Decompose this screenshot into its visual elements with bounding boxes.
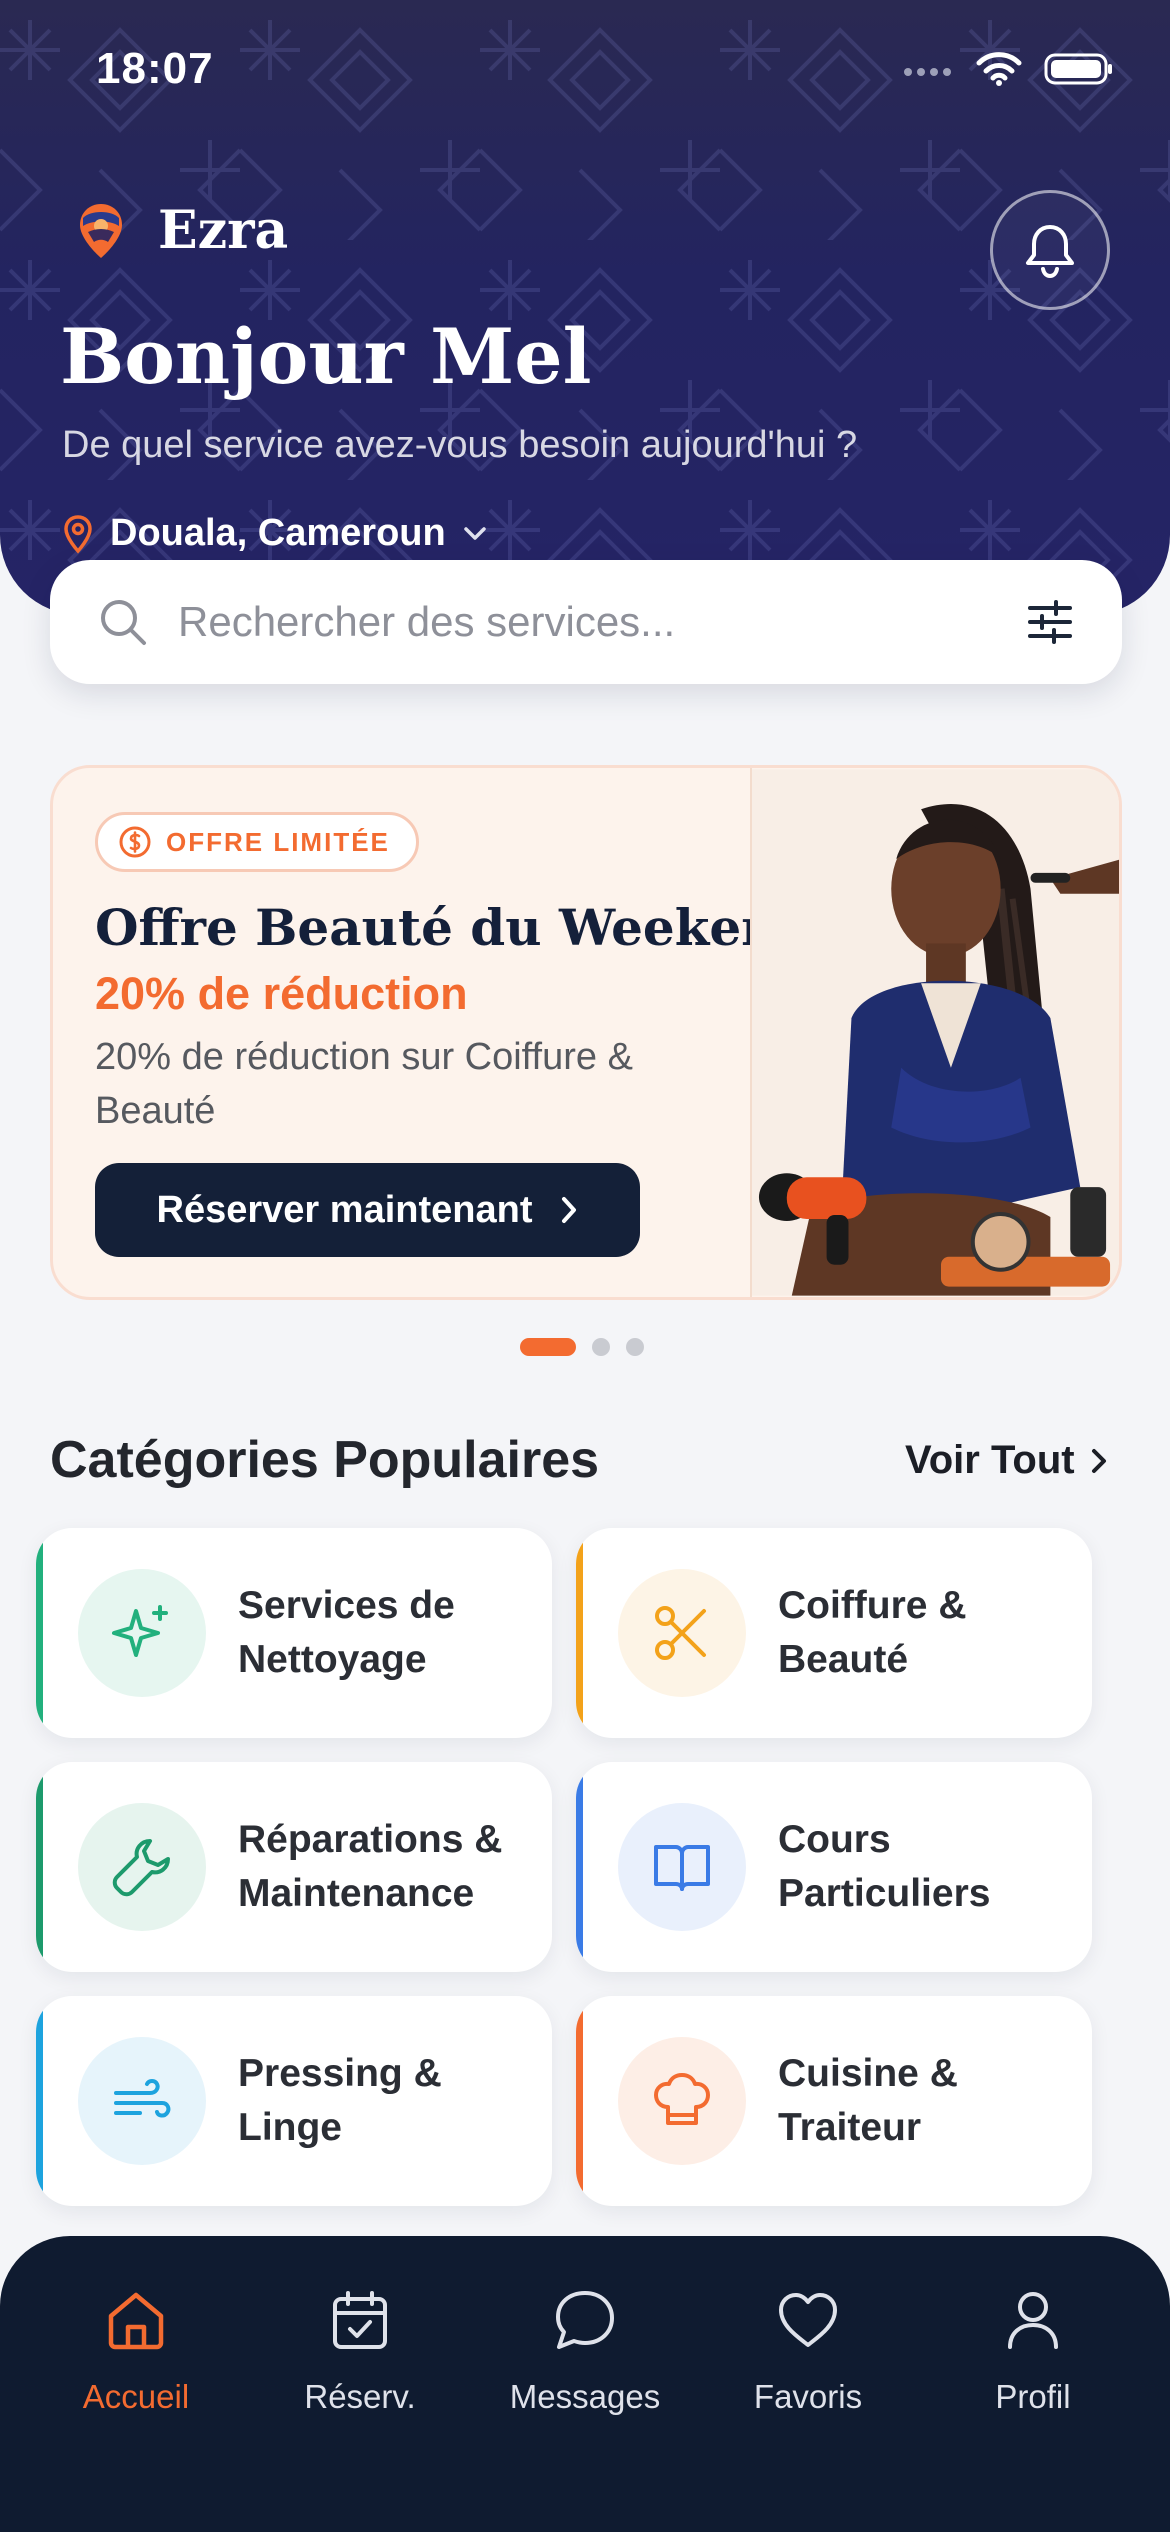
category-label: Réparations & Maintenance	[238, 1818, 503, 1915]
category-card-hair-beauty[interactable]: Coiffure & Beauté	[576, 1528, 1092, 1738]
location-label: Douala, Cameroun	[110, 512, 446, 554]
nav-label: Messages	[509, 2378, 661, 2415]
nav-home[interactable]: Accueil	[24, 2284, 248, 2416]
nav-bookings[interactable]: Réserv.	[248, 2284, 472, 2416]
sparkle-icon	[112, 1605, 168, 1657]
subtitle: De quel service avez-vous besoin aujourd…	[62, 424, 858, 466]
nav-label: Réserv.	[304, 2378, 416, 2415]
promo-title: Offre Beauté du Weekend	[95, 898, 813, 957]
category-label: Pressing & Linge	[238, 2052, 442, 2149]
nav-icon	[1005, 2284, 1061, 2356]
battery-icon	[1044, 53, 1112, 85]
heart-icon	[779, 2293, 837, 2347]
pager-dot[interactable]	[592, 1338, 610, 1356]
category-label: Coiffure & Beauté	[778, 1584, 967, 1681]
category-icon-circle	[78, 1803, 206, 1931]
category-label: Services de Nettoyage	[238, 1584, 455, 1681]
search-bar[interactable]: Rechercher des services...	[50, 560, 1122, 684]
chat-icon	[556, 2291, 614, 2349]
category-label: Cuisine & Traiteur	[778, 2052, 958, 2149]
chef-hat-icon	[654, 2073, 710, 2125]
promo-discount: 20% de réduction	[95, 968, 468, 1019]
nav-icon	[330, 2284, 390, 2356]
search-icon	[101, 600, 146, 645]
location-selector[interactable]: Douala, Cameroun	[62, 512, 488, 555]
notifications-button[interactable]	[990, 190, 1110, 310]
nav-messages[interactable]: Messages	[473, 2284, 697, 2416]
category-icon-circle	[618, 1569, 746, 1697]
nav-profile[interactable]: Profil	[921, 2284, 1145, 2416]
promo-badge: OFFRE LIMITÉE	[95, 812, 419, 872]
scissors-icon	[655, 1606, 706, 1660]
book-icon	[654, 1845, 710, 1891]
chevron-down-icon	[463, 526, 486, 540]
category-icon-circle	[78, 1569, 206, 1697]
category-card-cleaning[interactable]: Services de Nettoyage	[36, 1528, 552, 1738]
dollar-icon	[119, 826, 151, 858]
nav-icon	[776, 2284, 840, 2356]
nav-icon	[553, 2284, 617, 2356]
bell-icon	[1026, 225, 1074, 279]
category-card-catering[interactable]: Cuisine & Traiteur	[576, 1996, 1092, 2206]
filter-icon[interactable]	[1026, 600, 1074, 644]
greeting: Bonjour Mel	[60, 312, 592, 401]
search-input[interactable]: Rechercher des services...	[178, 598, 1026, 646]
category-label: Cours Particuliers	[778, 1818, 991, 1915]
category-card-repairs[interactable]: Réparations & Maintenance	[36, 1762, 552, 1972]
book-now-label: Réserver maintenant	[156, 1188, 533, 1231]
wind-icon	[114, 2079, 171, 2118]
nav-label: Accueil	[82, 2378, 190, 2415]
category-card-tutoring[interactable]: Cours Particuliers	[576, 1762, 1092, 1972]
pager-dot[interactable]	[520, 1338, 576, 1356]
header: 18:07 Ezra Bonjour Mel De quel service a…	[0, 0, 1170, 615]
user-icon	[1008, 2292, 1058, 2349]
wrench-icon	[112, 1839, 170, 1897]
status-bar: 18:07	[0, 0, 1170, 140]
see-all-label: Voir Tout	[905, 1438, 1075, 1482]
home-screen: 18:07 Ezra Bonjour Mel De quel service a…	[0, 0, 1170, 2532]
calendar-icon	[333, 2291, 387, 2349]
see-all-link[interactable]: Voir Tout	[905, 1438, 1107, 1483]
promo-pager[interactable]	[520, 1338, 644, 1356]
nav-label: Favoris	[753, 2378, 863, 2415]
status-time: 18:07	[96, 44, 214, 93]
brand: Ezra	[78, 200, 288, 261]
logo-icon	[80, 203, 122, 258]
home-icon	[108, 2292, 164, 2350]
pager-dot[interactable]	[626, 1338, 644, 1356]
status-icons	[902, 52, 1114, 86]
category-icon-circle	[78, 2037, 206, 2165]
chevron-right-icon	[562, 1197, 577, 1223]
categories-title: Catégories Populaires	[50, 1431, 600, 1489]
category-card-laundry[interactable]: Pressing & Linge	[36, 1996, 552, 2206]
nav-favorites[interactable]: Favoris	[696, 2284, 920, 2416]
category-icon-circle	[618, 1803, 746, 1931]
signal-icon	[904, 68, 951, 76]
promo-badge-label: OFFRE LIMITÉE	[166, 826, 390, 857]
category-icon-circle	[618, 2037, 746, 2165]
promo-image	[750, 768, 1119, 1297]
nav-icon	[105, 2284, 167, 2356]
promo-banner[interactable]: OFFRE LIMITÉE Offre Beauté du Weekend 20…	[50, 765, 1122, 1300]
book-now-button[interactable]: Réserver maintenant	[95, 1163, 640, 1257]
chevron-right-icon	[1091, 1448, 1106, 1473]
bottom-nav: Accueil Réserv. Messages Favoris Profil	[0, 2236, 1170, 2532]
wifi-icon	[976, 52, 1022, 86]
brand-name: Ezra	[158, 200, 289, 261]
map-pin-icon	[64, 514, 92, 554]
nav-label: Profil	[995, 2378, 1071, 2415]
promo-description: 20% de réduction sur Coiffure & Beauté	[95, 1036, 633, 1132]
